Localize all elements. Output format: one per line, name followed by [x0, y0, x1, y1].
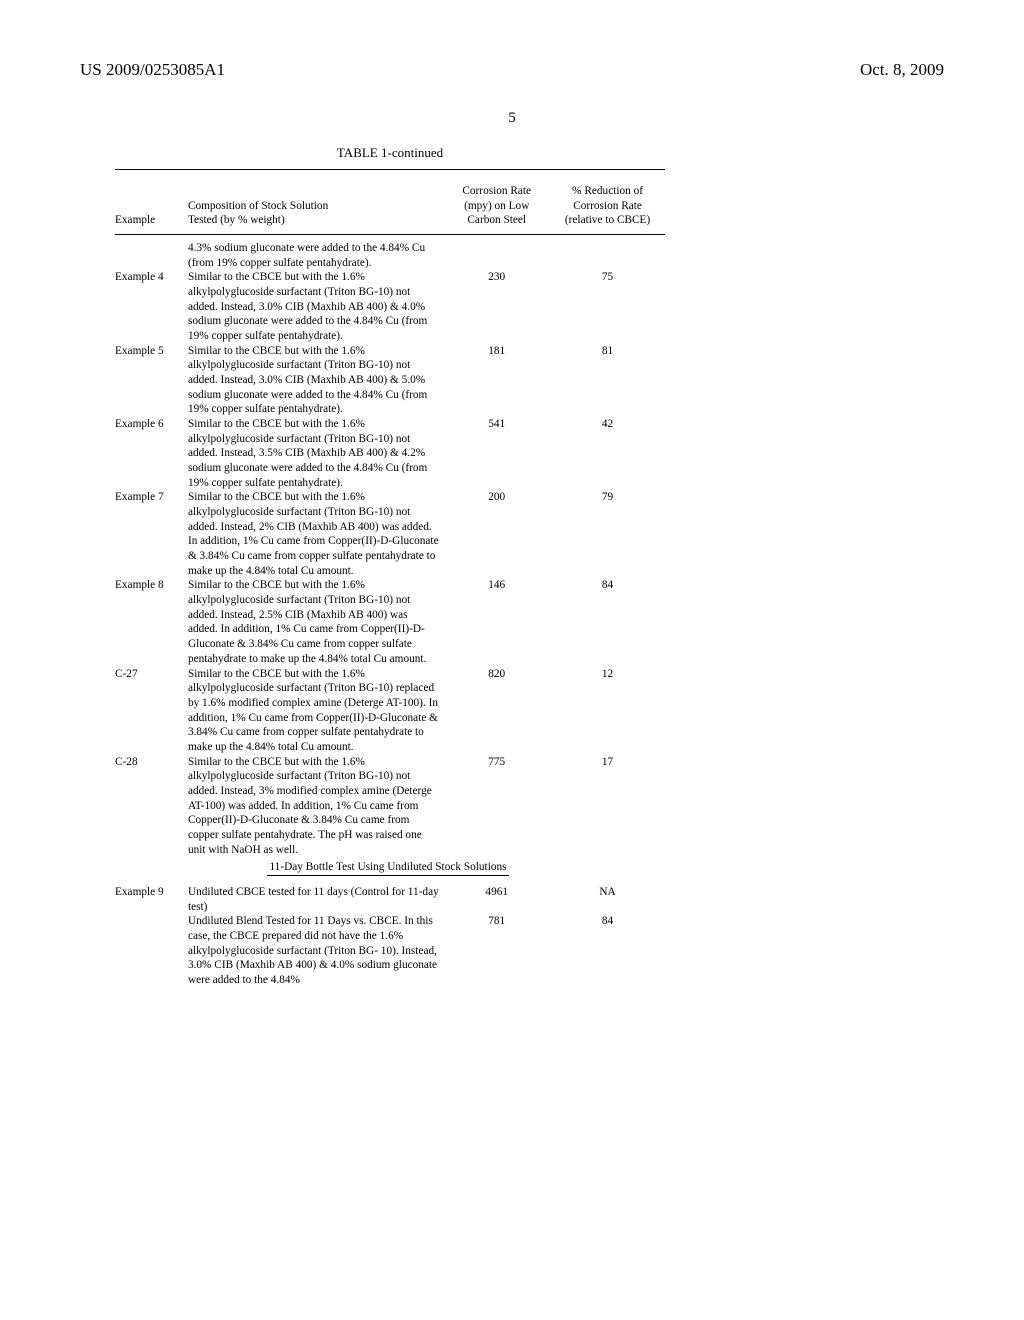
cell-rate: 4961	[443, 885, 554, 914]
table-1-continued: TABLE 1-continued Example Composition of…	[115, 145, 665, 988]
table-row: Example 9 Undiluted CBCE tested for 11 d…	[115, 885, 665, 914]
table-row: Example 5 Similar to the CBCE but with t…	[115, 344, 665, 417]
cell-reduction: 12	[554, 667, 665, 755]
cell-rate: 541	[443, 417, 554, 490]
cell-example: Example 6	[115, 417, 188, 490]
table-caption: TABLE 1-continued	[115, 145, 665, 161]
cell-reduction: 84	[554, 914, 665, 987]
cell-example: Example 8	[115, 578, 188, 666]
cell-rate: 781	[443, 914, 554, 987]
table-row: 4.3% sodium gluconate were added to the …	[115, 241, 665, 270]
cell-composition: Similar to the CBCE but with the 1.6% al…	[188, 578, 443, 666]
cell-rate: 181	[443, 344, 554, 417]
cell-reduction: 79	[554, 490, 665, 578]
cell-composition: Similar to the CBCE but with the 1.6% al…	[188, 490, 443, 578]
pub-number: US 2009/0253085A1	[80, 60, 225, 80]
cell-reduction: 81	[554, 344, 665, 417]
col-pct-reduction: % Reduction ofCorrosion Rate(relative to…	[554, 178, 665, 235]
table-header-row: Example Composition of Stock SolutionTes…	[115, 178, 665, 235]
page-header: US 2009/0253085A1 Oct. 8, 2009	[0, 0, 1024, 80]
table-row: Example 6 Similar to the CBCE but with t…	[115, 417, 665, 490]
table-row: Example 8 Similar to the CBCE but with t…	[115, 578, 665, 666]
cell-rate: 230	[443, 270, 554, 343]
cell-reduction: 75	[554, 270, 665, 343]
page-number: 5	[0, 110, 1024, 127]
cell-rate: 200	[443, 490, 554, 578]
col-example: Example	[115, 178, 188, 235]
table-row: C-27 Similar to the CBCE but with the 1.…	[115, 667, 665, 755]
cell-example: Example 5	[115, 344, 188, 417]
cell-example: C-27	[115, 667, 188, 755]
table-section-header: 11-Day Bottle Test Using Undiluted Stock…	[115, 857, 665, 879]
cell-example: Example 7	[115, 490, 188, 578]
cell-reduction: 42	[554, 417, 665, 490]
cell-composition: Undiluted CBCE tested for 11 days (Contr…	[188, 885, 443, 914]
cell-composition: Similar to the CBCE but with the 1.6% al…	[188, 270, 443, 343]
cell-composition: Similar to the CBCE but with the 1.6% al…	[188, 417, 443, 490]
cell-example: C-28	[115, 755, 188, 858]
cell-rate: 775	[443, 755, 554, 858]
cell-rate: 146	[443, 578, 554, 666]
cell-reduction: 17	[554, 755, 665, 858]
pub-date: Oct. 8, 2009	[860, 60, 944, 80]
cell-composition: 4.3% sodium gluconate were added to the …	[188, 241, 443, 270]
col-corrosion-rate: Corrosion Rate(mpy) on LowCarbon Steel	[443, 178, 554, 235]
cell-example: Example 4	[115, 270, 188, 343]
data-table: Example Composition of Stock SolutionTes…	[115, 169, 665, 988]
col-composition: Composition of Stock SolutionTested (by …	[188, 178, 443, 235]
cell-composition: Similar to the CBCE but with the 1.6% al…	[188, 755, 443, 858]
table-row: Example 7 Similar to the CBCE but with t…	[115, 490, 665, 578]
cell-example: Example 9	[115, 885, 188, 914]
cell-composition: Undiluted Blend Tested for 11 Days vs. C…	[188, 914, 443, 987]
cell-reduction: NA	[554, 885, 665, 914]
cell-composition: Similar to the CBCE but with the 1.6% al…	[188, 344, 443, 417]
cell-rate: 820	[443, 667, 554, 755]
table-row: C-28 Similar to the CBCE but with the 1.…	[115, 755, 665, 858]
cell-reduction: 84	[554, 578, 665, 666]
cell-composition: Similar to the CBCE but with the 1.6% al…	[188, 667, 443, 755]
table-row: Example 4 Similar to the CBCE but with t…	[115, 270, 665, 343]
table-row: Undiluted Blend Tested for 11 Days vs. C…	[115, 914, 665, 987]
